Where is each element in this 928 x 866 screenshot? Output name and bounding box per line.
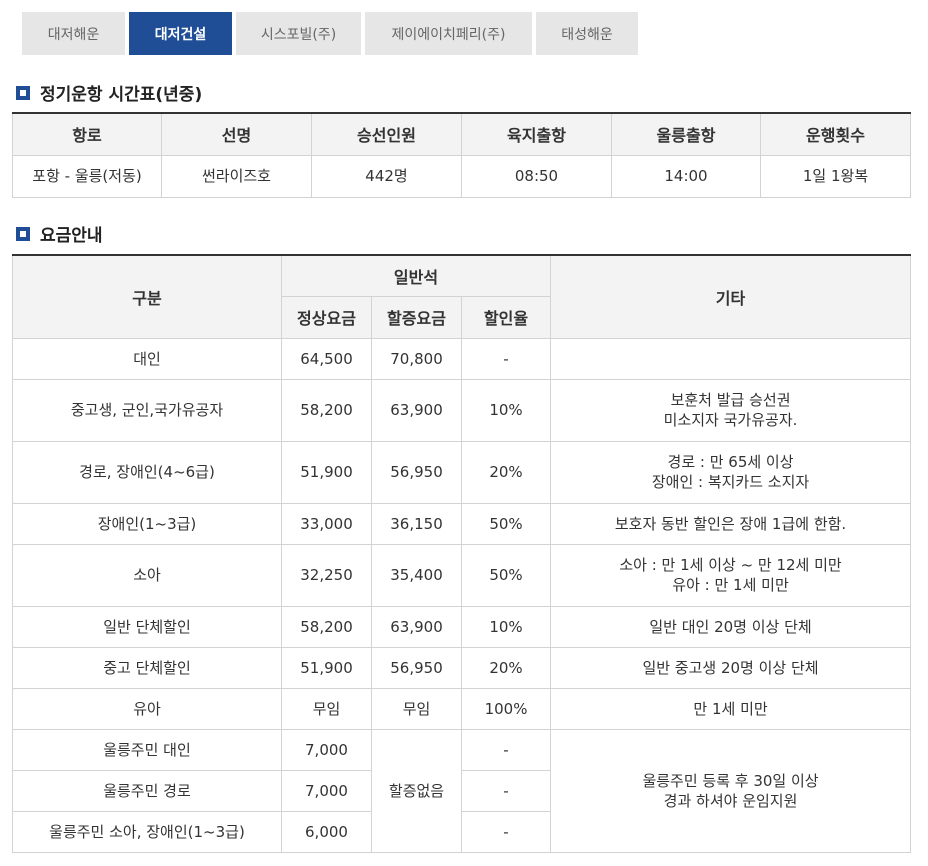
- cell-discount-rate: 10%: [460, 605, 552, 648]
- cell-surcharge-fare: 무임: [371, 687, 462, 730]
- cell-mainland-departure: 08:50: [461, 154, 612, 198]
- schedule-table: 항로 선명 승선인원 육지출항 울릉출항 운행횟수 포항 - 울릉(저동) 썬라…: [12, 112, 911, 198]
- schedule-section-title: 정기운항 시간표(년중): [16, 80, 202, 105]
- cell-note: 보호자 동반 할인은 장애 1급에 한함.: [550, 502, 912, 545]
- cell-surcharge-fare: 35,400: [371, 543, 462, 607]
- cell-surcharge-fare: 70,800: [371, 337, 462, 380]
- cell-resident-surcharge: 할증없음: [371, 728, 462, 853]
- cell-note: [550, 337, 912, 380]
- cell-discount-rate: 50%: [460, 543, 552, 607]
- cell-category: 울릉주민 소아, 장애인(1~3급): [12, 810, 282, 853]
- cell-note: 보훈처 발급 승선권 미소지자 국가유공자.: [550, 378, 912, 442]
- cell-ulleung-departure: 14:00: [611, 154, 761, 198]
- header-category: 구분: [12, 254, 282, 339]
- table-row: 경로, 장애인(4~6급) 51,900 56,950 20% 경로 : 만 6…: [12, 440, 912, 504]
- header-route: 항로: [12, 112, 162, 156]
- cell-category: 중고 단체할인: [12, 646, 282, 689]
- cell-note: 만 1세 미만: [550, 687, 912, 730]
- cell-capacity: 442명: [311, 154, 462, 198]
- table-row: 중고 단체할인 51,900 56,950 20% 일반 중고생 20명 이상 …: [12, 646, 912, 689]
- cell-discount-rate: -: [460, 810, 552, 853]
- cell-discount-rate: -: [460, 769, 552, 812]
- bullet-square-icon: [16, 85, 30, 100]
- cell-normal-fare: 7,000: [281, 769, 372, 812]
- cell-discount-rate: 50%: [460, 502, 552, 545]
- cell-note: 소아 : 만 1세 이상 ~ 만 12세 미만 유아 : 만 1세 미만: [550, 543, 912, 607]
- cell-category: 경로, 장애인(4~6급): [12, 440, 282, 504]
- header-general-seat: 일반석: [280, 254, 552, 297]
- cell-discount-rate: -: [460, 337, 552, 380]
- cell-normal-fare: 7,000: [281, 728, 372, 771]
- table-row: 유아 무임 무임 100% 만 1세 미만: [12, 687, 912, 730]
- cell-resident-note: 울릉주민 등록 후 30일 이상 경과 하셔야 운임지원: [550, 728, 912, 853]
- cell-note: 경로 : 만 65세 이상 장애인 : 복지카드 소지자: [550, 440, 912, 504]
- header-ship-name: 선명: [161, 112, 312, 156]
- table-row: 장애인(1~3급) 33,000 36,150 50% 보호자 동반 할인은 장…: [12, 502, 912, 545]
- cell-surcharge-fare: 56,950: [371, 440, 462, 504]
- header-normal-fare: 정상요금: [281, 295, 372, 339]
- cell-category: 울릉주민 경로: [12, 769, 282, 812]
- table-row: 대인 64,500 70,800 -: [12, 337, 912, 380]
- tab-jh-ferry[interactable]: 제이에이치페리(주): [365, 12, 532, 55]
- cell-normal-fare: 6,000: [281, 810, 372, 853]
- cell-discount-rate: 10%: [460, 378, 552, 442]
- header-capacity: 승선인원: [311, 112, 462, 156]
- fare-section-title: 요금안내: [16, 221, 103, 246]
- header-mainland-departure: 육지출항: [461, 112, 612, 156]
- company-tabs: 대저해운 대저건설 시스포빌(주) 제이에이치페리(주) 태성해운: [22, 12, 638, 55]
- cell-normal-fare: 32,250: [281, 543, 372, 607]
- cell-discount-rate: -: [460, 728, 552, 771]
- table-row: 포항 - 울릉(저동) 썬라이즈호 442명 08:50 14:00 1일 1왕…: [12, 154, 911, 198]
- tab-daejeo-shipping[interactable]: 대저해운: [22, 12, 125, 55]
- tab-taesung-shipping[interactable]: 태성해운: [536, 12, 638, 55]
- cell-note: 일반 중고생 20명 이상 단체: [550, 646, 912, 689]
- cell-route: 포항 - 울릉(저동): [12, 154, 162, 198]
- cell-surcharge-fare: 63,900: [371, 378, 462, 442]
- header-ulleung-departure: 울릉출항: [611, 112, 761, 156]
- cell-category: 장애인(1~3급): [12, 502, 282, 545]
- cell-ship-name: 썬라이즈호: [161, 154, 312, 198]
- table-header-row: 구분 일반석 기타: [12, 254, 912, 339]
- cell-normal-fare: 51,900: [281, 646, 372, 689]
- table-header-row: 항로 선명 승선인원 육지출항 울릉출항 운행횟수: [12, 112, 911, 156]
- table-row: 일반 단체할인 58,200 63,900 10% 일반 대인 20명 이상 단…: [12, 605, 912, 648]
- header-surcharge-fare: 할증요금: [371, 295, 462, 339]
- fare-title-text: 요금안내: [40, 226, 103, 246]
- cell-discount-rate: 20%: [460, 440, 552, 504]
- cell-discount-rate: 100%: [460, 687, 552, 730]
- header-discount-rate: 할인율: [460, 295, 552, 339]
- fare-table: 구분 일반석 기타 정상요금 할증요금 할인율 대인 64,500 70,800…: [12, 254, 912, 853]
- cell-surcharge-fare: 36,150: [371, 502, 462, 545]
- cell-normal-fare: 58,200: [281, 378, 372, 442]
- cell-surcharge-fare: 56,950: [371, 646, 462, 689]
- bullet-square-icon: [16, 226, 30, 241]
- cell-category: 울릉주민 대인: [12, 728, 282, 771]
- cell-normal-fare: 64,500: [281, 337, 372, 380]
- cell-category: 유아: [12, 687, 282, 730]
- cell-category: 중고생, 군인,국가유공자: [12, 378, 282, 442]
- tab-sisforville[interactable]: 시스포빌(주): [236, 12, 361, 55]
- cell-normal-fare: 58,200: [281, 605, 372, 648]
- cell-normal-fare: 33,000: [281, 502, 372, 545]
- cell-frequency: 1일 1왕복: [760, 154, 911, 198]
- table-row: 소아 32,250 35,400 50% 소아 : 만 1세 이상 ~ 만 12…: [12, 543, 912, 607]
- cell-category: 소아: [12, 543, 282, 607]
- table-row: 중고생, 군인,국가유공자 58,200 63,900 10% 보훈처 발급 승…: [12, 378, 912, 442]
- cell-discount-rate: 20%: [460, 646, 552, 689]
- cell-normal-fare: 무임: [281, 687, 372, 730]
- cell-note: 일반 대인 20명 이상 단체: [550, 605, 912, 648]
- cell-surcharge-fare: 63,900: [371, 605, 462, 648]
- tab-daejeo-construction[interactable]: 대저건설: [129, 12, 232, 55]
- header-frequency: 운행횟수: [760, 112, 911, 156]
- cell-category: 일반 단체할인: [12, 605, 282, 648]
- cell-category: 대인: [12, 337, 282, 380]
- table-row: 울릉주민 대인 7,000 할증없음 - 울릉주민 등록 후 30일 이상 경과…: [12, 728, 912, 853]
- header-other: 기타: [550, 254, 912, 339]
- cell-normal-fare: 51,900: [281, 440, 372, 504]
- schedule-title-text: 정기운항 시간표(년중): [40, 85, 203, 105]
